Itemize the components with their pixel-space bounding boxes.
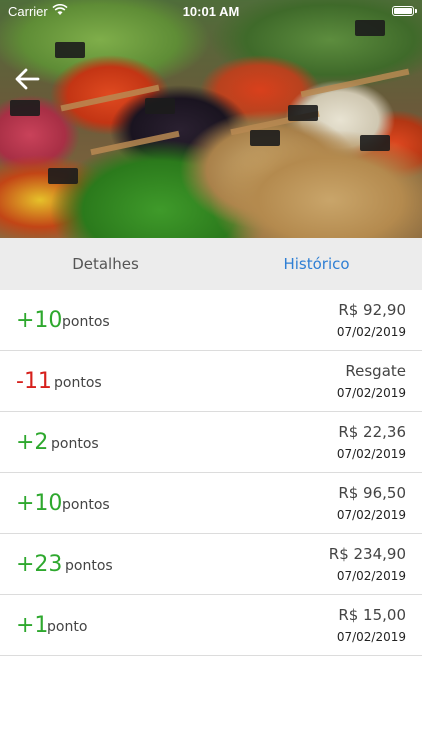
history-list: +10 pontos R$ 92,90 07/02/2019 -11 ponto… [0,290,422,656]
amount-value: Resgate [345,362,406,380]
points-unit: pontos [65,558,113,574]
points-value: +10 [16,491,63,516]
date-value: 07/02/2019 [336,569,406,583]
date-value: 07/02/2019 [336,508,406,522]
points-value: +23 [16,552,63,577]
points-value: +10 [16,308,63,333]
points-value: +2 [16,430,49,455]
points-value: +1 [16,613,49,638]
amount-value: R$ 92,90 [338,301,406,319]
date-value: 07/02/2019 [336,630,406,644]
amount-value: R$ 234,90 [328,545,406,563]
points-unit: pontos [62,314,110,330]
amount-value: R$ 15,00 [338,606,406,624]
history-row[interactable]: +1 ponto R$ 15,00 07/02/2019 [0,595,422,656]
clock: 10:01 AM [182,4,240,19]
battery-icon [392,6,417,16]
points-value: -11 [16,369,52,394]
history-row[interactable]: +10 pontos R$ 92,90 07/02/2019 [0,290,422,351]
hero-market-image [0,0,422,238]
amount-value: R$ 96,50 [338,484,406,502]
back-arrow-icon [15,68,40,90]
points-unit: pontos [62,497,110,513]
points-unit: ponto [47,619,88,635]
tab-bar: Detalhes Histórico [0,238,422,290]
history-row[interactable]: +10 pontos R$ 96,50 07/02/2019 [0,473,422,534]
history-row[interactable]: +2 pontos R$ 22,36 07/02/2019 [0,412,422,473]
date-value: 07/02/2019 [336,386,406,400]
amount-value: R$ 22,36 [338,423,406,441]
history-row[interactable]: -11 pontos Resgate 07/02/2019 [0,351,422,412]
history-row[interactable]: +23 pontos R$ 234,90 07/02/2019 [0,534,422,595]
status-bar: Carrier 10:01 AM [0,0,422,24]
date-value: 07/02/2019 [336,447,406,461]
back-button[interactable] [10,62,44,96]
tab-details[interactable]: Detalhes [0,238,211,290]
points-unit: pontos [51,436,99,452]
tab-history[interactable]: Histórico [211,238,422,290]
points-unit: pontos [54,375,102,391]
date-value: 07/02/2019 [336,325,406,339]
